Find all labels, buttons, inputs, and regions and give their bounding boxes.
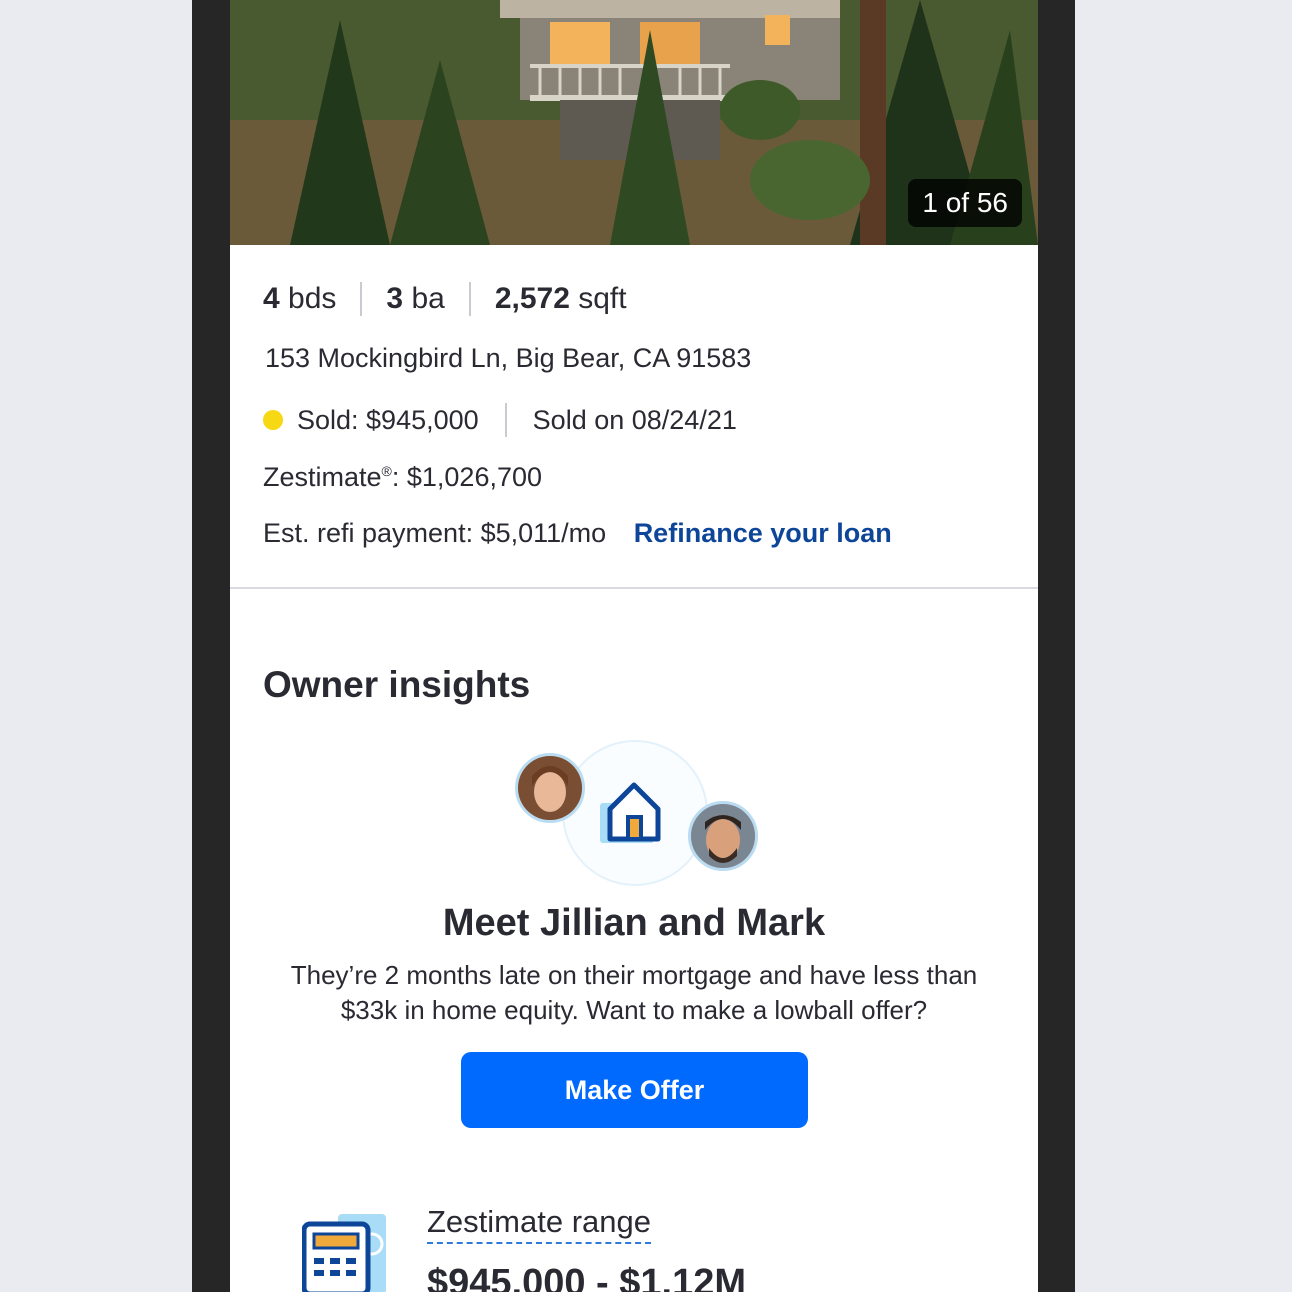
owner-heading: Meet Jillian and Mark bbox=[442, 902, 826, 944]
refi-payment: Est. refi payment: $5,011/mo bbox=[263, 518, 607, 548]
avatar-mark bbox=[688, 801, 758, 871]
baths-count: 3 bbox=[386, 282, 404, 315]
sold-date: Sold on 08/24/21 bbox=[532, 404, 737, 435]
status-divider bbox=[504, 403, 507, 437]
beds-count: 4 bbox=[263, 282, 280, 315]
photo-counter: 1 of 56 bbox=[908, 179, 1022, 227]
beds-unit: bds bbox=[288, 282, 337, 315]
owner-illustration bbox=[510, 735, 760, 895]
zestimate-label: Zestimate bbox=[263, 462, 382, 492]
refinance-link[interactable]: Refinance your loan bbox=[634, 518, 892, 548]
avatar-jillian bbox=[515, 753, 585, 823]
sqft-unit: sqft bbox=[578, 282, 627, 315]
baths-unit: ba bbox=[411, 282, 445, 315]
listing-photo[interactable]: 1 of 56 bbox=[230, 0, 1038, 245]
listing-screen: 1 of 56 4 bds 3 ba 2,572 sqft 153 Mockin… bbox=[230, 0, 1038, 1292]
zestimate-value: : $1,026,700 bbox=[391, 462, 543, 492]
registered-mark: ® bbox=[381, 463, 392, 479]
make-offer-button[interactable]: Make Offer bbox=[461, 1052, 808, 1128]
owner-insights-title: Owner insights bbox=[263, 664, 531, 705]
facts-divider bbox=[468, 282, 471, 316]
section-divider bbox=[230, 587, 1038, 589]
refi-row: Est. refi payment: $5,011/mo Refinance y… bbox=[263, 518, 892, 549]
zestimate-range-value: $945,000 - $1.12M bbox=[427, 1262, 747, 1292]
home-facts: 4 bds 3 ba 2,572 sqft bbox=[263, 282, 627, 316]
property-address: 153 Mockingbird Ln, Big Bear, CA 91583 bbox=[265, 343, 752, 373]
sale-status: Sold: $945,000 Sold on 08/24/21 bbox=[263, 403, 737, 437]
sold-price: Sold: $945,000 bbox=[297, 404, 479, 435]
zestimate: Zestimate®: $1,026,700 bbox=[263, 462, 542, 493]
facts-divider bbox=[360, 282, 363, 316]
calculator-icon bbox=[302, 1214, 386, 1292]
sold-status-dot-icon bbox=[263, 410, 283, 430]
house-icon bbox=[600, 782, 661, 843]
zestimate-range-label[interactable]: Zestimate range bbox=[427, 1204, 651, 1244]
owner-description: They’re 2 months late on their mortgage … bbox=[290, 960, 978, 1025]
sqft-count: 2,572 bbox=[494, 282, 570, 315]
